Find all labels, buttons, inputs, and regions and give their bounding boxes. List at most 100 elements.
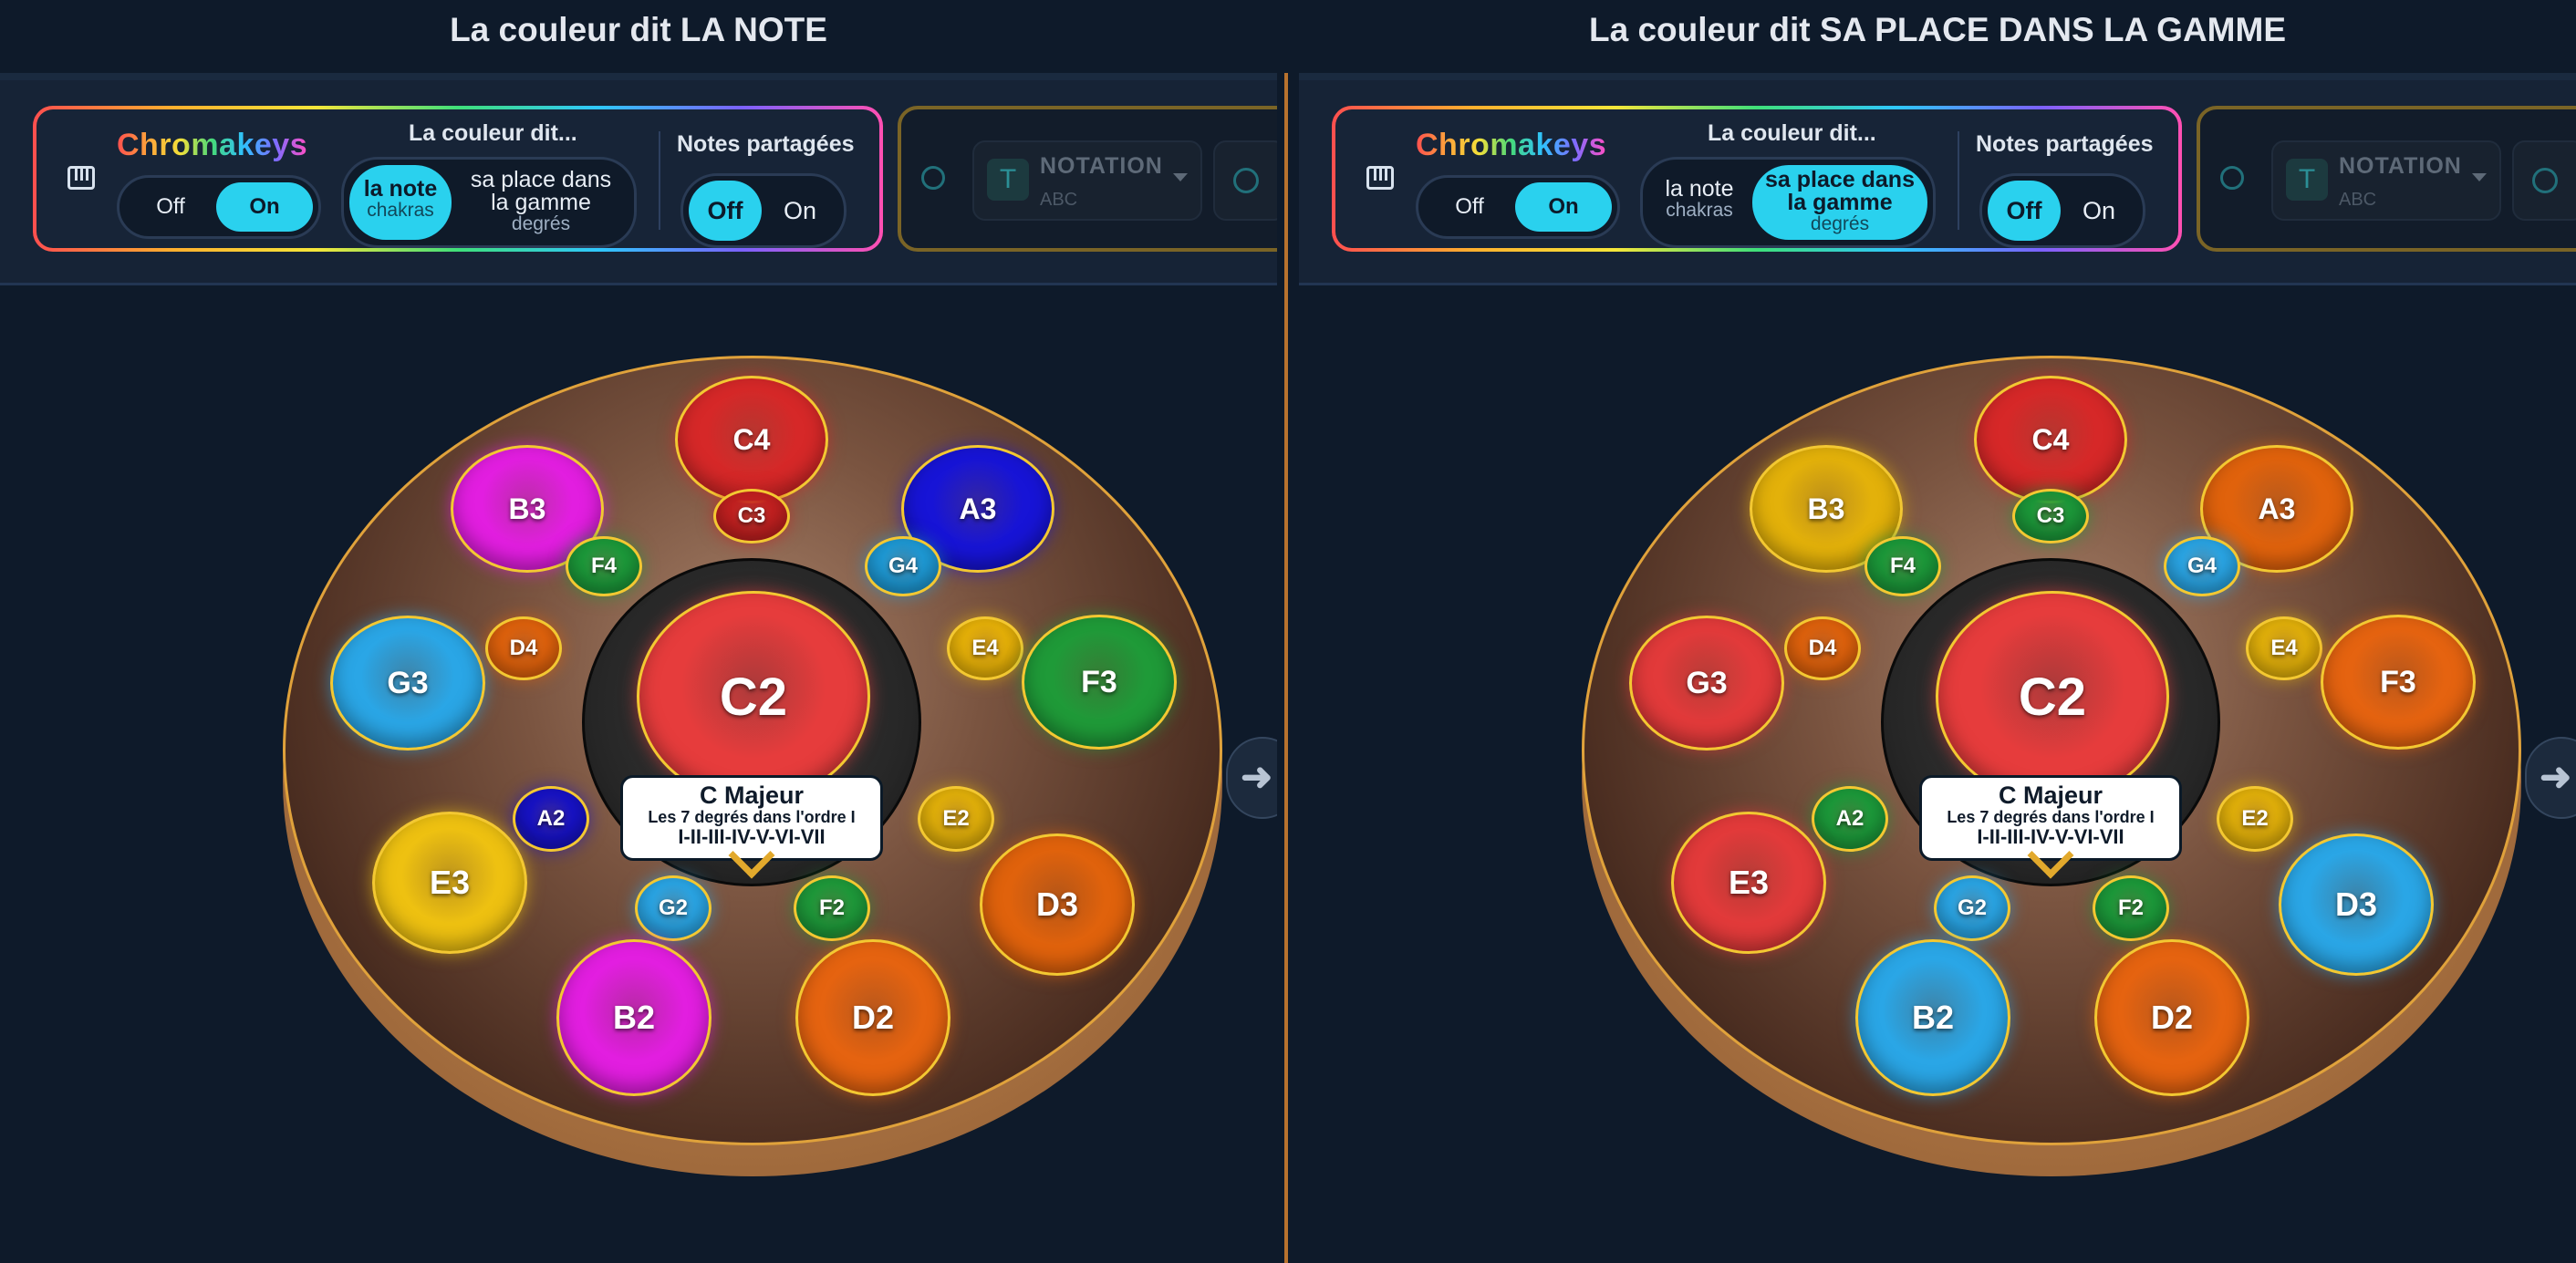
settings-icon[interactable] [2220, 166, 2244, 190]
chromakeys-title: Chromakeys [117, 128, 308, 162]
note-g4[interactable]: G4 [2164, 536, 2240, 596]
note-e3[interactable]: E3 [1671, 812, 1826, 954]
panel-divider [1284, 73, 1288, 1263]
palette-icon [1233, 168, 1259, 193]
notation-select[interactable]: T NOTATION ABC [972, 140, 1202, 221]
toolbar-separator [659, 131, 660, 230]
note-g2[interactable]: G2 [1934, 875, 2010, 941]
note-b2[interactable]: B2 [1855, 939, 2010, 1096]
note-e2[interactable]: E2 [2217, 786, 2293, 852]
panel-title: La couleur dit LA NOTE [450, 11, 827, 48]
notation-value: ABC [2339, 190, 2377, 210]
note-c3[interactable]: C3 [2012, 489, 2089, 544]
note-d2[interactable]: D2 [795, 939, 950, 1096]
header-separator [1299, 73, 2576, 80]
settings-icon[interactable] [921, 166, 945, 190]
piano-icon[interactable] [1366, 166, 1394, 190]
chromakeys-off-button[interactable]: Off [1424, 182, 1515, 232]
notes-partagees-on-button[interactable]: On [763, 181, 836, 241]
collapse-tab[interactable]: ➜ [1226, 737, 1277, 819]
couleur-dit-selector[interactable]: la note chakras sa place dans la gamme d… [1640, 157, 1936, 248]
option-place-gamme[interactable]: sa place dans la gamme degrés [1752, 165, 1927, 240]
note-g3[interactable]: G3 [1629, 616, 1784, 751]
note-f4[interactable]: F4 [566, 536, 642, 596]
piano-icon[interactable] [68, 166, 95, 190]
notation-box: T NOTATION ABC [2197, 106, 2576, 252]
note-f3[interactable]: F3 [1022, 615, 1177, 750]
note-b2[interactable]: B2 [556, 939, 712, 1096]
chromakeys-box: Chromakeys Off On La couleur dit... la n… [1332, 106, 2182, 252]
note-f2[interactable]: F2 [2093, 875, 2169, 941]
note-g4[interactable]: G4 [865, 536, 941, 596]
panel-note: La couleur dit LA NOTE Chromakeys Off On… [0, 0, 1277, 1263]
option-la-note-sub: chakras [367, 200, 434, 221]
couleur-dit-label: La couleur dit... [1708, 120, 1876, 146]
notes-partagees-on-button[interactable]: On [2062, 181, 2135, 241]
note-f4[interactable]: F4 [1864, 536, 1941, 596]
option-place-gamme-sub: degrés [511, 213, 571, 234]
chromakeys-toggle[interactable]: Off On [117, 175, 321, 239]
chromakeys-on-button[interactable]: On [1515, 182, 1612, 232]
option-la-note[interactable]: la note chakras [349, 165, 452, 240]
note-g3[interactable]: G3 [330, 616, 485, 751]
notes-partagees-off-button[interactable]: Off [1988, 181, 2061, 241]
text-icon: T [987, 159, 1029, 201]
option-place-gamme[interactable]: sa place dans la gamme degrés [453, 165, 628, 240]
note-c3[interactable]: C3 [713, 489, 790, 544]
chromakeys-title: Chromakeys [1416, 128, 1607, 162]
note-d3[interactable]: D3 [980, 833, 1135, 976]
scale-name: C Majeur [699, 782, 805, 809]
option-la-note-label: la note [1665, 176, 1734, 202]
notation-label: NOTATION [2339, 153, 2462, 179]
chromakeys-box: Chromakeys Off On La couleur dit... la n… [33, 106, 883, 252]
notes-partagees-toggle[interactable]: Off On [680, 173, 847, 248]
note-g2[interactable]: G2 [635, 875, 712, 941]
text-icon: T [2286, 159, 2328, 201]
option-place-gamme-label: sa place dans la gamme [470, 167, 612, 215]
notes-partagees-label: Notes partagées [1976, 131, 2154, 157]
note-d4[interactable]: D4 [485, 616, 562, 680]
notes-partagees-label: Notes partagées [677, 131, 855, 157]
chromakeys-off-button[interactable]: Off [125, 182, 216, 232]
note-f3[interactable]: F3 [2321, 615, 2476, 750]
option-la-note[interactable]: la note chakras [1648, 165, 1750, 240]
header-separator [0, 73, 1277, 80]
note-e2[interactable]: E2 [918, 786, 994, 852]
option-place-gamme-label: sa place dans la gamme [1765, 167, 1915, 215]
note-c2[interactable]: C2 [1936, 591, 2169, 802]
notation-select[interactable]: T NOTATION ABC [2271, 140, 2501, 221]
note-f2[interactable]: F2 [794, 875, 870, 941]
option-la-note-sub: chakras [1666, 200, 1733, 221]
note-d4[interactable]: D4 [1784, 616, 1861, 680]
toolbar: Chromakeys Off On La couleur dit... la n… [1299, 80, 2576, 285]
note-a2[interactable]: A2 [1812, 786, 1888, 852]
notation-label: NOTATION [1040, 153, 1163, 179]
notes-partagees-toggle[interactable]: Off On [1979, 173, 2145, 248]
chromakeys-toggle[interactable]: Off On [1416, 175, 1620, 239]
palette-button[interactable] [1213, 140, 1277, 221]
option-place-gamme-sub: degrés [1810, 213, 1870, 234]
handpan: C4 C3 B3 A3 F4 G4 G3 D4 E4 F3 C2 A2 E2 E3 D3 G2 F2 B2 D2 C… [1582, 356, 2521, 1176]
couleur-dit-selector[interactable]: la note chakras sa place dans la gamme d… [341, 157, 637, 248]
couleur-dit-label: La couleur dit... [409, 120, 577, 146]
collapse-tab[interactable]: ➜ [2525, 737, 2576, 819]
note-d3[interactable]: D3 [2279, 833, 2434, 976]
note-a2[interactable]: A2 [513, 786, 589, 852]
note-e3[interactable]: E3 [372, 812, 527, 954]
note-c4[interactable]: C4 [675, 376, 828, 503]
note-e4[interactable]: E4 [2246, 616, 2322, 680]
palette-button[interactable] [2512, 140, 2576, 221]
notes-partagees-off-button[interactable]: Off [689, 181, 762, 241]
notation-value: ABC [1040, 190, 1078, 210]
arrow-left-icon: ➜ [1241, 755, 1273, 798]
chevron-down-icon [1173, 173, 1188, 181]
chromakeys-on-button[interactable]: On [216, 182, 313, 232]
panel-degree: La couleur dit SA PLACE DANS LA GAMME Ch… [1299, 0, 2576, 1263]
handpan: C4 C3 B3 A3 F4 G4 G3 D4 E4 F3 C2 A2 E2 E3 D3 G2 F2 B2 D2 C… [283, 356, 1222, 1176]
chevron-down-icon [2472, 173, 2487, 181]
note-c4[interactable]: C4 [1974, 376, 2127, 503]
palette-icon [2532, 168, 2558, 193]
note-c2[interactable]: C2 [637, 591, 870, 802]
note-d2[interactable]: D2 [2094, 939, 2249, 1096]
note-e4[interactable]: E4 [947, 616, 1023, 680]
